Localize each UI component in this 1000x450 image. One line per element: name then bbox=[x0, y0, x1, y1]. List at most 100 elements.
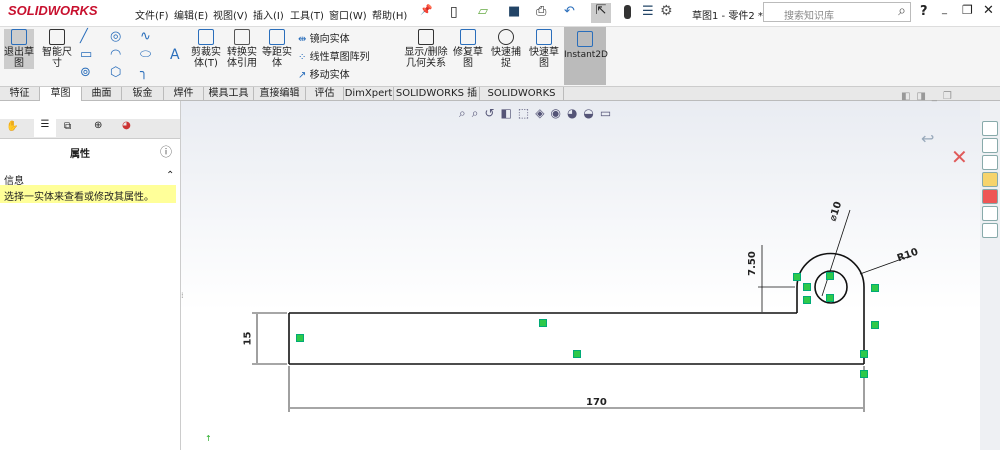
horizontal-relation-icon[interactable] bbox=[826, 272, 834, 280]
confirm-sketch-icon[interactable]: ↩ bbox=[921, 129, 934, 148]
coincident-relation-icon[interactable] bbox=[860, 350, 868, 358]
tab-sketch[interactable]: 草图 bbox=[40, 87, 82, 101]
linear-pattern-button[interactable]: ⁘ 线性草图阵列 bbox=[298, 48, 370, 63]
tangent-relation-icon[interactable] bbox=[871, 284, 879, 292]
dimxpert-icon[interactable]: ⊕ bbox=[94, 120, 102, 131]
feature-manager-icon[interactable]: ✋ bbox=[6, 121, 18, 132]
tangent-relation-icon[interactable] bbox=[803, 283, 811, 291]
text-icon[interactable]: A bbox=[170, 47, 180, 63]
open-icon[interactable]: ▱ bbox=[478, 4, 488, 19]
print-icon[interactable]: ⎙ bbox=[536, 4, 546, 19]
tab-mbd[interactable]: SOLIDWORKS MBD bbox=[480, 87, 564, 113]
heads-up-view-toolbar[interactable]: ⌕⌕↺◧⬚◈◉◕◒▭ bbox=[459, 106, 617, 121]
help-button[interactable]: ? bbox=[920, 4, 928, 19]
menu-window[interactable]: 窗口(W) bbox=[329, 7, 367, 22]
relations-button[interactable]: 显示/删除几何关系 bbox=[404, 29, 448, 69]
tab-sheet-metal[interactable]: 钣金 bbox=[122, 87, 164, 101]
gear-icon[interactable]: ⚙ bbox=[660, 3, 673, 19]
tab-surfaces[interactable]: 曲面 bbox=[82, 87, 122, 101]
vertical-relation-icon[interactable] bbox=[296, 334, 304, 342]
new-icon[interactable]: ▯ bbox=[450, 4, 458, 20]
design-library-icon[interactable] bbox=[982, 138, 998, 153]
move-button[interactable]: ↗ 移动实体 bbox=[298, 66, 350, 81]
forum-icon[interactable] bbox=[982, 223, 998, 238]
pin-icon[interactable]: 📌 bbox=[420, 5, 432, 16]
convert-entities-button[interactable]: 转换实体引用 bbox=[226, 29, 258, 69]
menu-help[interactable]: 帮助(H) bbox=[372, 7, 407, 22]
exit-sketch-button[interactable]: 退出草图 bbox=[4, 29, 34, 69]
quick-snap-button[interactable]: 快速捕捉 bbox=[490, 29, 522, 69]
undo-icon[interactable]: ↶ bbox=[564, 4, 575, 19]
vertical-relation-icon[interactable] bbox=[871, 321, 879, 329]
search-icon[interactable]: ⌕ bbox=[898, 3, 906, 19]
dimension-length[interactable]: 170 bbox=[586, 397, 607, 408]
save-icon[interactable]: ■ bbox=[508, 4, 520, 19]
custom-properties-icon[interactable] bbox=[982, 206, 998, 221]
instant2d-button[interactable]: Instant2D bbox=[564, 27, 608, 85]
home-icon[interactable] bbox=[982, 121, 998, 136]
file-explorer-icon[interactable] bbox=[982, 155, 998, 170]
tab-direct-editing[interactable]: 直接编辑 bbox=[254, 87, 306, 101]
display-style-icon[interactable]: ◈ bbox=[535, 106, 550, 120]
panel-splitter[interactable]: ⁞ bbox=[181, 291, 184, 300]
menu-view[interactable]: 视图(V) bbox=[213, 7, 248, 22]
offset-button[interactable]: 等距实体 bbox=[262, 29, 292, 69]
line-icon[interactable]: ╱ bbox=[80, 29, 88, 44]
repair-sketch-button[interactable]: 修复草图 bbox=[452, 29, 484, 69]
polygon-icon[interactable]: ⬡ bbox=[110, 65, 121, 80]
help-icon[interactable]: ⓘ bbox=[160, 143, 172, 160]
dimension-step[interactable]: 7.50 bbox=[747, 251, 758, 276]
configuration-icon[interactable]: ⧉ bbox=[64, 121, 71, 132]
collapse-icon[interactable]: ⌃ bbox=[166, 170, 174, 181]
horizontal-relation-icon[interactable] bbox=[539, 319, 547, 327]
search-input[interactable]: 搜索知识库 ⌕ bbox=[763, 2, 911, 22]
menu-tools[interactable]: 工具(T) bbox=[290, 7, 324, 22]
tab-evaluate[interactable]: 评估 bbox=[306, 87, 344, 101]
graphics-area[interactable]: ⌕⌕↺◧⬚◈◉◕◒▭ ◧◨_❐ ✕ ↩ ⁞ ↑ bbox=[181, 91, 980, 450]
view-settings-icon[interactable]: ▭ bbox=[600, 106, 617, 120]
mirror-button[interactable]: ⇹ 镜向实体 bbox=[298, 30, 350, 45]
smart-dimension-button[interactable]: 智能尺寸 bbox=[42, 29, 72, 69]
section-view-icon[interactable]: ◧ bbox=[501, 106, 518, 120]
tab-dimxpert[interactable]: DimXpert bbox=[344, 87, 394, 101]
horizontal-relation-icon[interactable] bbox=[573, 350, 581, 358]
spline-icon[interactable]: ∿ bbox=[140, 29, 151, 44]
minimize-button[interactable]: _ bbox=[942, 4, 947, 15]
tab-mold-tools[interactable]: 模具工具 bbox=[204, 87, 254, 101]
vertical-relation-icon[interactable] bbox=[803, 296, 811, 304]
viewport-controls[interactable]: ◧◨_❐ bbox=[901, 91, 958, 102]
rapid-sketch-button[interactable]: 快速草图 bbox=[528, 29, 560, 69]
appearances-icon[interactable] bbox=[982, 189, 998, 204]
horizontal-relation-icon[interactable] bbox=[793, 273, 801, 281]
menu-insert[interactable]: 插入(I) bbox=[253, 7, 284, 22]
menu-file[interactable]: 文件(F) bbox=[135, 7, 169, 22]
menu-edit[interactable]: 编辑(E) bbox=[174, 7, 208, 22]
fillet-icon[interactable]: ╮ bbox=[140, 65, 148, 80]
arc-icon[interactable]: ◠ bbox=[110, 47, 121, 62]
coincident-relation-icon[interactable] bbox=[860, 370, 868, 378]
tab-weldments[interactable]: 焊件 bbox=[164, 87, 204, 101]
solidworks-logo[interactable]: SOLIDWORKS bbox=[8, 3, 112, 23]
options-list-icon[interactable]: ☰ bbox=[642, 4, 654, 19]
restore-button[interactable]: ❐ bbox=[962, 3, 973, 17]
traffic-light-icon[interactable] bbox=[624, 5, 631, 19]
tab-features[interactable]: 特征 bbox=[0, 87, 40, 101]
ellipse-icon[interactable]: ⬭ bbox=[140, 47, 151, 62]
property-manager-icon[interactable]: ☰ bbox=[34, 119, 56, 137]
close-button[interactable]: ✕ bbox=[983, 3, 994, 18]
tab-addins[interactable]: SOLIDWORKS 插件 bbox=[394, 87, 480, 113]
appearance-icon[interactable]: ◕ bbox=[122, 120, 131, 131]
appearance-icon[interactable]: ◕ bbox=[567, 106, 583, 120]
slot-icon[interactable]: ⊚ bbox=[80, 65, 91, 80]
view-palette-icon[interactable] bbox=[982, 172, 998, 187]
zoom-fit-icon[interactable]: ⌕ bbox=[459, 106, 472, 120]
select-icon[interactable]: ⇱ bbox=[591, 3, 611, 23]
hide-show-icon[interactable]: ◉ bbox=[550, 106, 566, 120]
view-orientation-icon[interactable]: ⬚ bbox=[518, 106, 535, 120]
cancel-sketch-icon[interactable]: ✕ bbox=[951, 145, 968, 169]
dimension-height[interactable]: 15 bbox=[242, 332, 253, 346]
trim-button[interactable]: 剪裁实体(T) bbox=[190, 29, 222, 69]
circle-icon[interactable]: ◎ bbox=[110, 29, 121, 44]
zoom-area-icon[interactable]: ⌕ bbox=[472, 106, 485, 120]
previous-view-icon[interactable]: ↺ bbox=[484, 106, 500, 120]
